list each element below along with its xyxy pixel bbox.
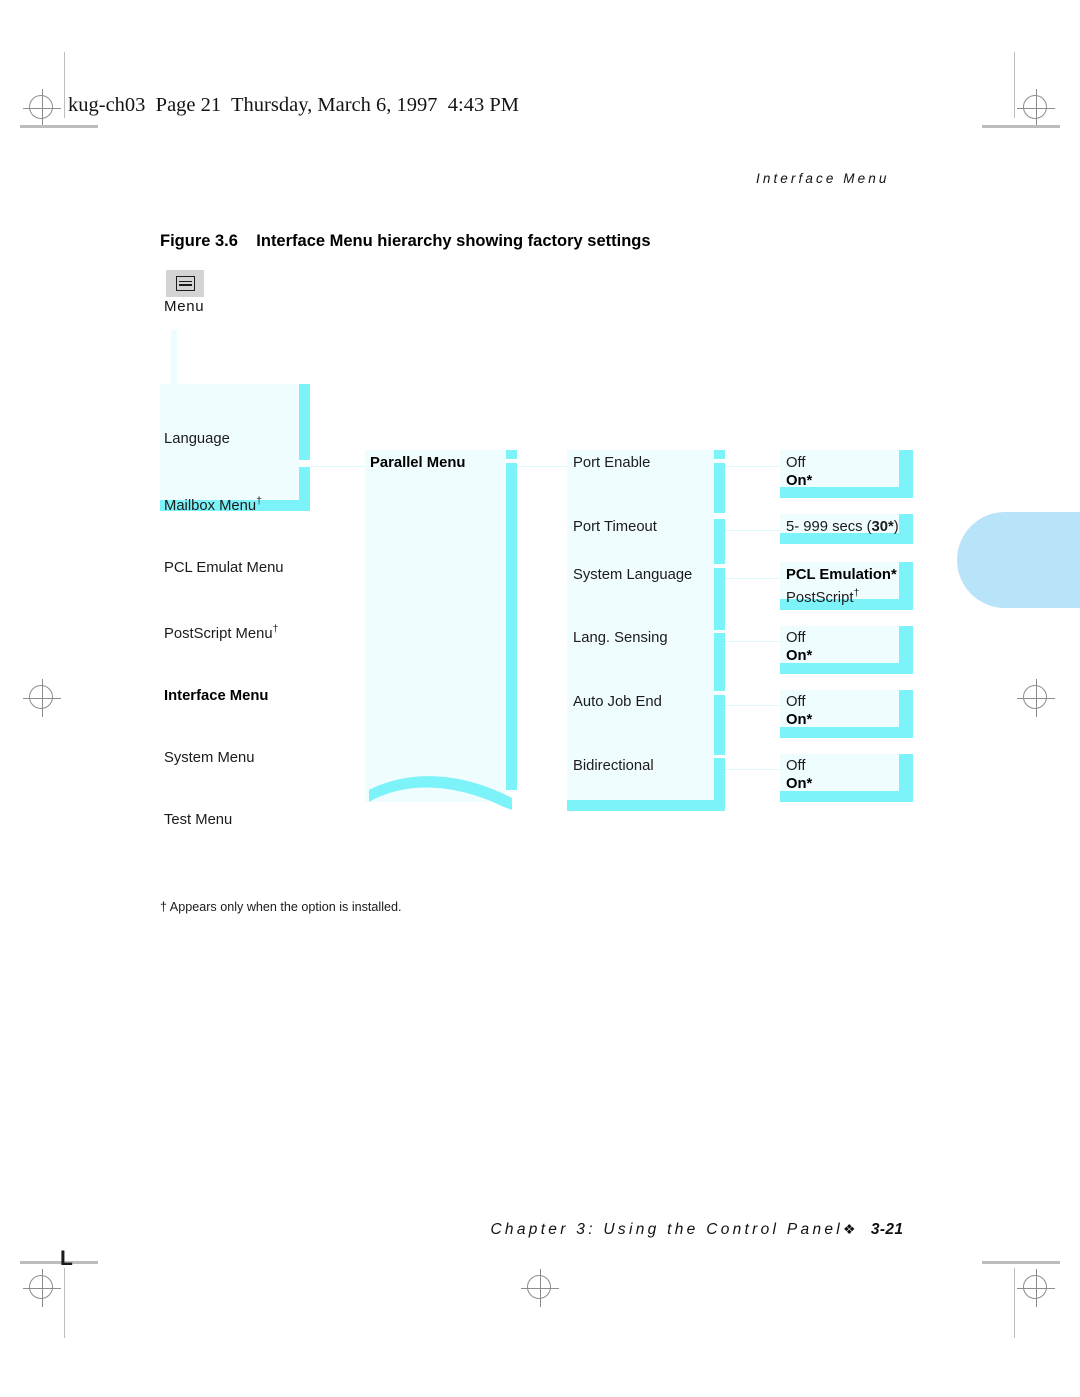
- value-1-default: 30*: [871, 519, 894, 535]
- level1-bracket-upper: [299, 384, 310, 460]
- level3-bracket-foot: [567, 800, 725, 811]
- level3-bracket-2: [714, 568, 725, 630]
- level2-bracket-cap: [506, 450, 517, 459]
- level3-label-4[interactable]: Auto Job End: [573, 693, 662, 712]
- value-5-1[interactable]: On*: [786, 775, 812, 794]
- value-1-prefix: 5- 999 secs (: [786, 519, 872, 535]
- connector-value-0: [725, 466, 780, 467]
- value-3-1[interactable]: On*: [786, 647, 812, 666]
- crop-line-bottom-right-vertical: [1014, 1268, 1015, 1338]
- crop-line-bottom-right-horizontal: [982, 1261, 1060, 1264]
- level1-label-5: System Menu: [164, 749, 255, 766]
- list-item-selected[interactable]: Interface Menu: [164, 686, 284, 707]
- level3-label-2[interactable]: System Language: [573, 566, 692, 585]
- value-2-1-label: PostScript: [786, 589, 854, 606]
- page-number: 3-21: [870, 1221, 904, 1238]
- value-0-1[interactable]: On*: [786, 472, 812, 491]
- value-4-1[interactable]: On*: [786, 711, 812, 730]
- corner-registration-letter: L: [60, 1247, 73, 1270]
- level3-bracket-1: [714, 519, 725, 564]
- menu-root-label: Menu: [164, 298, 205, 315]
- connector-level1-to-level2: [310, 466, 365, 467]
- level1-label-6: Test Menu: [164, 811, 233, 828]
- dagger-marker: †: [853, 587, 860, 599]
- connector-value-3: [725, 641, 780, 642]
- level3-label-1[interactable]: Port Timeout: [573, 518, 657, 537]
- crop-line-bottom-left-horizontal: [20, 1261, 98, 1264]
- level3-bracket-4: [714, 695, 725, 755]
- figure-caption: Figure 3.6 Interface Menu hierarchy show…: [160, 232, 651, 250]
- value-2-0[interactable]: PCL Emulation*: [786, 566, 897, 585]
- registration-mark-bottom-center: [520, 1268, 560, 1308]
- connector-value-4: [725, 705, 780, 706]
- diamond-ornament-icon: ❖: [843, 1221, 856, 1237]
- document-page: L kug-ch03 Page 21 Thursday, March 6, 19…: [0, 0, 1080, 1397]
- registration-mark-top-right: [1016, 88, 1056, 128]
- crop-line-top-left-horizontal: [20, 125, 98, 128]
- list-item[interactable]: PCL Emulat Menu: [164, 558, 284, 579]
- value-2-1[interactable]: PostScript†: [786, 584, 859, 608]
- value-5-0[interactable]: Off: [786, 757, 805, 776]
- page-footer-text: Chapter 3: Using the Control Panel: [490, 1221, 844, 1238]
- connector-value-1: [725, 530, 780, 531]
- list-item[interactable]: Language: [164, 429, 284, 450]
- list-item[interactable]: Test Menu: [164, 810, 284, 831]
- level2-bracket-stem: [506, 463, 517, 790]
- registration-mark-mid-right: [1016, 678, 1056, 718]
- page-footer: Chapter 3: Using the Control Panel❖ 3-21: [460, 1203, 903, 1257]
- value-0-0[interactable]: Off: [786, 454, 805, 473]
- value-1-0[interactable]: 5- 999 secs (30*): [786, 518, 899, 537]
- list-item[interactable]: PostScript Menu†: [164, 619, 284, 645]
- registration-mark-bottom-left: [22, 1268, 62, 1308]
- running-head: Interface Menu: [756, 171, 890, 186]
- level1-label-3: PostScript Menu: [164, 626, 273, 643]
- registration-mark-mid-left: [22, 678, 62, 718]
- connector-root-to-level1: [171, 330, 177, 384]
- crop-line-top-right-vertical: [1014, 52, 1015, 118]
- dagger-marker: †: [272, 623, 279, 636]
- crop-line-bottom-left-vertical: [64, 1268, 65, 1338]
- level1-label-4: Interface Menu: [164, 688, 269, 705]
- value-1-suffix: ): [893, 519, 899, 535]
- connector-level2-to-level3: [517, 466, 567, 467]
- menu-panel-icon: [166, 270, 204, 297]
- value-4-0[interactable]: Off: [786, 693, 805, 712]
- value-3-0[interactable]: Off: [786, 629, 805, 648]
- level3-label-5[interactable]: Bidirectional: [573, 757, 654, 776]
- level1-label-0: Language: [164, 431, 230, 448]
- level3-bracket-3: [714, 633, 725, 691]
- level3-label-0[interactable]: Port Enable: [573, 454, 650, 473]
- connector-value-2: [725, 578, 780, 579]
- thumb-index-tab: [957, 512, 1080, 608]
- level3-label-3[interactable]: Lang. Sensing: [573, 629, 668, 648]
- level3-bracket-cap-0: [714, 450, 725, 459]
- level2-block-fill: [365, 450, 505, 802]
- crop-line-top-left-vertical: [64, 52, 65, 118]
- page-slug: kug-ch03 Page 21 Thursday, March 6, 1997…: [68, 94, 519, 116]
- level2-label[interactable]: Parallel Menu: [370, 454, 465, 473]
- level3-bracket-0: [714, 463, 725, 513]
- crop-line-top-right-horizontal: [982, 125, 1060, 128]
- list-item[interactable]: System Menu: [164, 748, 284, 769]
- level1-label-1: Mailbox Menu: [164, 497, 257, 514]
- list-item[interactable]: Mailbox Menu†: [164, 491, 284, 517]
- level3-bracket-5: [714, 758, 725, 800]
- figure-footnote: † Appears only when the option is instal…: [160, 900, 402, 914]
- level1-label-2: PCL Emulat Menu: [164, 559, 284, 576]
- connector-value-5: [725, 769, 780, 770]
- registration-mark-top-left: [22, 88, 62, 128]
- level2-bracket-curve: [369, 776, 512, 810]
- registration-mark-bottom-right: [1016, 1268, 1056, 1308]
- dagger-marker: †: [256, 494, 262, 507]
- level1-menu-list: Language Mailbox Menu† PCL Emulat Menu P…: [164, 388, 284, 872]
